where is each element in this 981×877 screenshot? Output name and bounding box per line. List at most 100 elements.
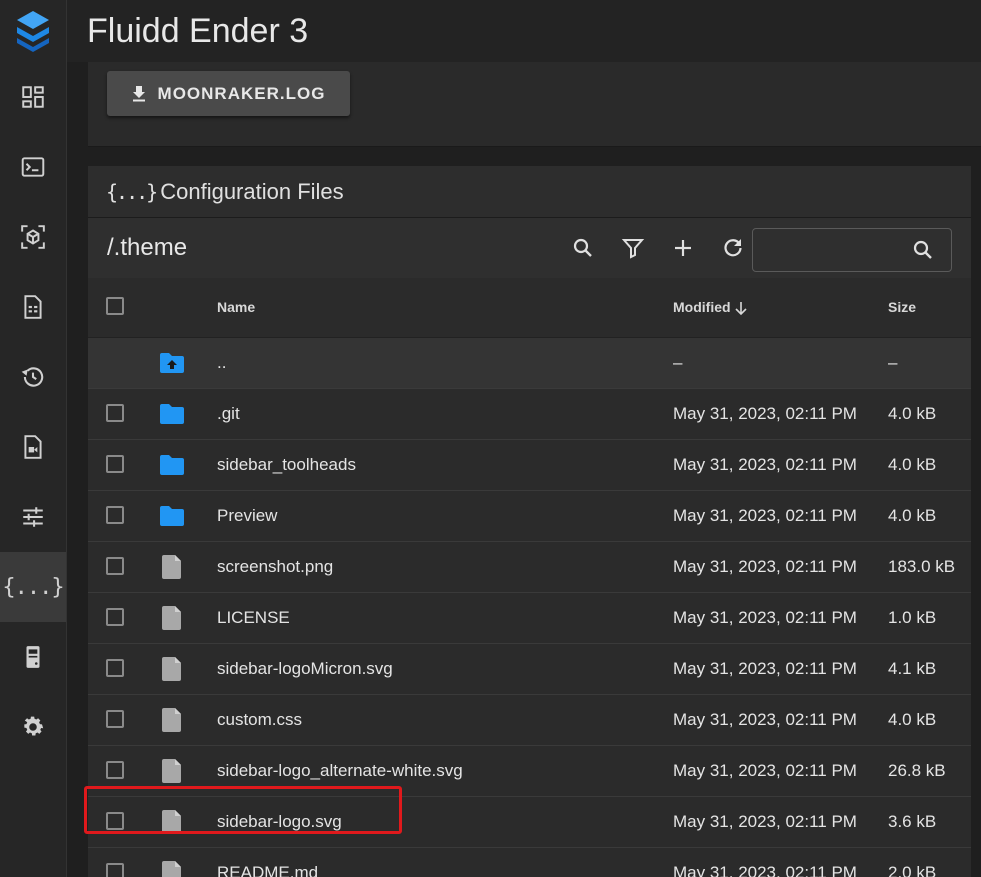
console-icon [21, 157, 45, 177]
file-name: .git [217, 404, 240, 423]
sidebar-item-console[interactable] [0, 132, 66, 202]
row-checkbox[interactable] [106, 761, 124, 779]
plus-icon [675, 240, 691, 256]
refresh-button[interactable] [708, 236, 758, 260]
file-size: 183.0 kB [888, 557, 956, 576]
file-modified: May 31, 2023, 02:11 PM [673, 608, 857, 627]
sidebar-item-tune[interactable] [0, 482, 66, 552]
table-header: Name Modified Size [88, 278, 971, 338]
select-all-checkbox[interactable] [106, 296, 124, 315]
search-button[interactable] [558, 236, 608, 260]
sort-arrow-down-icon [734, 301, 747, 315]
sidebar-item-system[interactable] [0, 622, 66, 692]
file-size: 4.0 kB [888, 506, 937, 525]
filter-button[interactable] [608, 236, 658, 260]
file-size: 4.0 kB [888, 455, 937, 474]
table-row[interactable]: LICENSE May 31, 2023, 02:11 PM 1.0 kB [88, 593, 971, 644]
sidebar-item-settings[interactable] [0, 692, 66, 762]
file-modified: May 31, 2023, 02:11 PM [673, 506, 857, 525]
sidebar-item-3d[interactable] [0, 202, 66, 272]
file-modified: May 31, 2023, 02:11 PM [673, 761, 857, 780]
table-row[interactable]: .git May 31, 2023, 02:11 PM 4.0 kB [88, 389, 971, 440]
file-name: sidebar-logoMicron.svg [217, 659, 393, 678]
file-size: 3.6 kB [888, 812, 937, 831]
file-modified: – [673, 353, 683, 372]
row-checkbox[interactable] [106, 812, 124, 830]
table-row[interactable]: sidebar-logoMicron.svg May 31, 2023, 02:… [88, 644, 971, 695]
file-icon [158, 707, 186, 733]
sidebar-item-jobs[interactable] [0, 272, 66, 342]
file-modified: May 31, 2023, 02:11 PM [673, 812, 857, 831]
file-icon [158, 860, 186, 877]
column-header-modified[interactable]: Modified [673, 278, 749, 337]
card-title-text: Configuration Files [160, 178, 344, 204]
search-field[interactable] [752, 228, 952, 272]
moonraker-log-button[interactable]: MOONRAKER.LOG [107, 71, 350, 116]
layers-logo-icon [17, 11, 49, 52]
file-modified: May 31, 2023, 02:11 PM [673, 710, 857, 729]
file-modified: May 31, 2023, 02:11 PM [673, 863, 857, 877]
file-name: Preview [217, 506, 278, 525]
add-button[interactable] [658, 236, 708, 260]
app-header: Fluidd Ender 3 [67, 0, 981, 62]
file-name: sidebar_toolheads [217, 455, 356, 474]
row-checkbox[interactable] [106, 506, 124, 524]
sidebar-item-configuration[interactable]: {...} [0, 552, 66, 622]
file-icon [158, 554, 186, 580]
file-size: 1.0 kB [888, 608, 937, 627]
row-checkbox[interactable] [106, 608, 124, 626]
row-checkbox[interactable] [106, 557, 124, 575]
file-size: 4.0 kB [888, 710, 937, 729]
row-checkbox[interactable] [106, 863, 124, 877]
table-row[interactable]: Preview May 31, 2023, 02:11 PM 4.0 kB [88, 491, 971, 542]
column-header-size[interactable]: Size [888, 278, 916, 337]
toolbar-actions [558, 218, 758, 278]
code-braces-icon: {...} [2, 574, 64, 600]
row-checkbox[interactable] [106, 710, 124, 728]
file-icon [158, 605, 186, 631]
file-icon [158, 656, 186, 682]
file-icon [158, 758, 186, 784]
table-row[interactable]: sidebar-logo_alternate-white.svg May 31,… [88, 746, 971, 797]
table-row[interactable]: custom.css May 31, 2023, 02:11 PM 4.0 kB [88, 695, 971, 746]
file-name: .. [217, 353, 227, 372]
folder-icon [158, 401, 186, 427]
search-input[interactable] [761, 235, 905, 265]
file-modified: May 31, 2023, 02:11 PM [673, 557, 857, 576]
moonraker-log-label: MOONRAKER.LOG [157, 83, 326, 103]
file-size: 2.0 kB [888, 863, 937, 877]
app-title: Fluidd Ender 3 [87, 11, 309, 50]
file-name: sidebar-logo_alternate-white.svg [217, 761, 463, 780]
file-size: – [888, 353, 898, 372]
table-row[interactable]: screenshot.png May 31, 2023, 02:11 PM 18… [88, 542, 971, 593]
filter-icon [621, 239, 645, 259]
fluidd-logo[interactable] [0, 0, 66, 62]
row-checkbox[interactable] [106, 455, 124, 473]
sidebar: {...} [0, 0, 67, 877]
gear-icon [24, 716, 44, 736]
file-table-body: .. – – .git May 31, 2023, 02:11 PM 4.0 k… [88, 338, 971, 877]
row-checkbox[interactable] [106, 659, 124, 677]
current-path: /.theme [107, 234, 188, 261]
refresh-icon [724, 239, 742, 257]
table-row[interactable]: README.md May 31, 2023, 02:11 PM 2.0 kB [88, 848, 971, 877]
folder-up-icon [158, 350, 186, 376]
file-name: screenshot.png [217, 557, 334, 576]
sidebar-item-history[interactable] [0, 342, 66, 412]
file-name: custom.css [217, 710, 303, 729]
table-row-parent[interactable]: .. – – [88, 338, 971, 389]
table-row-highlighted[interactable]: sidebar-logo.svg May 31, 2023, 02:11 PM … [88, 797, 971, 848]
sidebar-item-dashboard[interactable] [0, 62, 66, 132]
column-header-name[interactable]: Name [217, 278, 255, 337]
code-braces-icon: {...} [106, 179, 158, 204]
sidebar-item-timelapse[interactable] [0, 412, 66, 482]
file-name: LICENSE [217, 608, 290, 627]
file-table-icon [24, 295, 42, 319]
table-row[interactable]: sidebar_toolheads May 31, 2023, 02:11 PM… [88, 440, 971, 491]
file-size: 4.1 kB [888, 659, 937, 678]
download-icon [132, 85, 146, 102]
file-modified: May 31, 2023, 02:11 PM [673, 659, 857, 678]
folder-icon [158, 452, 186, 478]
video-file-icon [24, 435, 42, 459]
row-checkbox[interactable] [106, 404, 124, 422]
